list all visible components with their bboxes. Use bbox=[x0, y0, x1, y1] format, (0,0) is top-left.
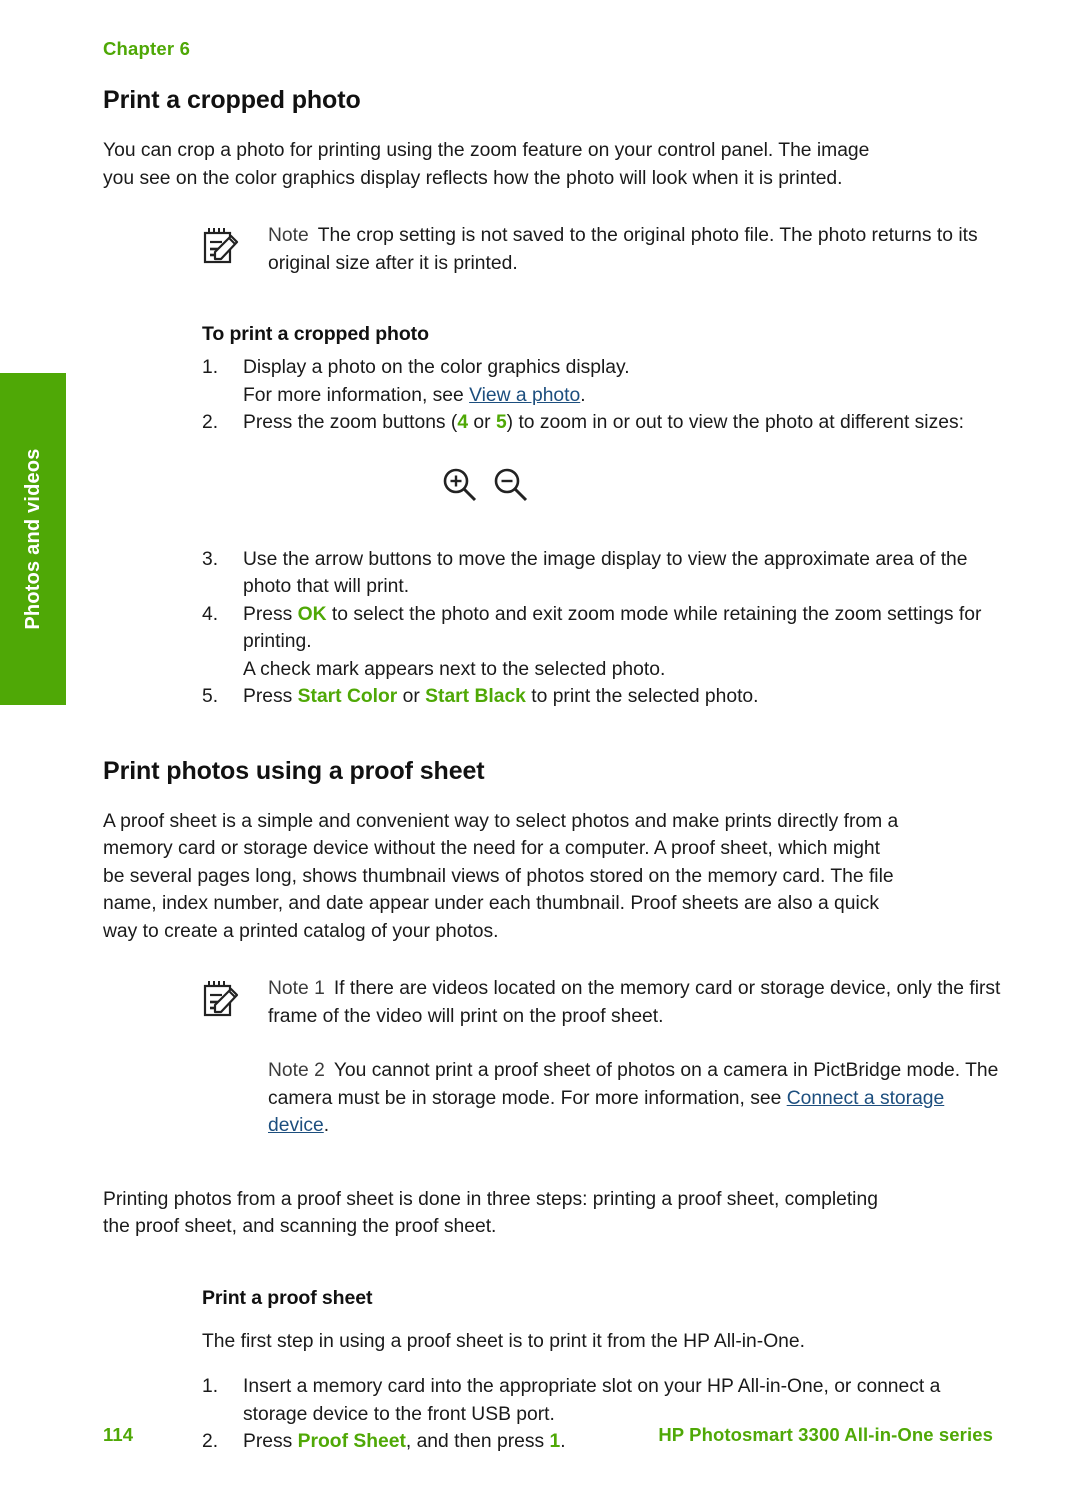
step-text: Insert a memory card into the appropriat… bbox=[243, 1376, 941, 1425]
key-label-ok: OK bbox=[297, 603, 327, 625]
step-marker: 5. bbox=[202, 686, 219, 707]
step-text: Display a photo on the color graphics di… bbox=[243, 357, 630, 378]
proof-sheet-steps-overview: Printing photos from a proof sheet is do… bbox=[103, 1188, 878, 1238]
key-label-start-black: Start Black bbox=[425, 686, 526, 707]
step-text-pre: Press the zoom buttons ( bbox=[243, 412, 458, 433]
note-text: The crop setting is not saved to the ori… bbox=[268, 225, 978, 274]
note-block-crop-setting: Note The crop setting is not saved to the… bbox=[202, 222, 1003, 277]
cropped-photo-steps-continued: 3. Use the arrow buttons to move the ima… bbox=[202, 546, 1003, 711]
section-title-cropped-photo: Print a cropped photo bbox=[103, 86, 361, 114]
zoom-buttons-illustration bbox=[440, 465, 1003, 510]
note-2: Note 2 You cannot print a proof sheet of … bbox=[268, 1057, 1003, 1140]
step-text-post: to select the photo and exit zoom mode w… bbox=[243, 603, 982, 653]
note-label: Note 2 bbox=[268, 1060, 325, 1081]
step-text: Use the arrow buttons to move the image … bbox=[243, 548, 968, 598]
note-text: If there are videos located on the memor… bbox=[268, 978, 1001, 1027]
zoom-out-icon bbox=[491, 465, 531, 510]
zoom-in-icon bbox=[440, 465, 480, 510]
note-label: Note bbox=[268, 225, 309, 246]
step-text-post: to print the selected photo. bbox=[525, 686, 759, 707]
step-marker: 2. bbox=[202, 412, 219, 433]
step-subtext-lead: For more information, see bbox=[243, 384, 470, 406]
key-label-4: 4 bbox=[457, 412, 469, 433]
step-subtext: For more information, see View a photo. bbox=[243, 382, 1003, 410]
step-marker: 3. bbox=[202, 548, 219, 570]
cropped-photo-steps: 1. Display a photo on the color graphics… bbox=[202, 354, 1003, 437]
side-tab-label: Photos and videos bbox=[21, 448, 44, 630]
chapter-label: Chapter 6 bbox=[103, 38, 191, 59]
note-body: Note 1 If there are videos located on the… bbox=[268, 975, 1003, 1140]
step-marker: 4. bbox=[202, 603, 219, 625]
cropped-photo-intro: You can crop a photo for printing using … bbox=[103, 140, 870, 189]
link-view-a-photo[interactable]: View a photo bbox=[469, 385, 580, 406]
step-subtext-tail: . bbox=[580, 384, 586, 406]
step-text-mid: or bbox=[397, 686, 426, 707]
note-block-proof-sheet: Note 1 If there are videos located on the… bbox=[202, 975, 1003, 1140]
note-pencil-icon bbox=[202, 222, 246, 277]
step-item: 1. Display a photo on the color graphics… bbox=[202, 354, 1003, 409]
footer-product-name: HP Photosmart 3300 All-in-One series bbox=[658, 1424, 993, 1445]
step-item: 3. Use the arrow buttons to move the ima… bbox=[202, 546, 1003, 601]
step-text-pre: Press bbox=[243, 603, 298, 625]
step-text-post: ) to zoom in or out to view the photo at… bbox=[506, 412, 964, 433]
page-footer: 114 HP Photosmart 3300 All-in-One series bbox=[103, 1424, 993, 1446]
section-title-proof-sheet: Print photos using a proof sheet bbox=[103, 756, 485, 785]
note-label: Note 1 bbox=[268, 978, 325, 999]
step-item: 2. Press the zoom buttons (4 or 5) to zo… bbox=[202, 409, 1003, 437]
step-item: 4. Press OK to select the photo and exit… bbox=[202, 601, 1003, 684]
step-item: 1. Insert a memory card into the appropr… bbox=[202, 1373, 1003, 1428]
note-text-tail: . bbox=[323, 1115, 330, 1136]
note-1: Note 1 If there are videos located on the… bbox=[268, 975, 1003, 1030]
step-text-pre: Press bbox=[243, 686, 298, 707]
page-content: Print a cropped photo You can crop a pho… bbox=[103, 86, 1003, 1456]
key-label-start-color: Start Color bbox=[297, 686, 398, 707]
step-marker: 1. bbox=[202, 357, 219, 378]
step-item: 5. Press Start Color or Start Black to p… bbox=[202, 683, 1003, 711]
note-pencil-icon bbox=[202, 975, 246, 1140]
proof-sheet-intro: A proof sheet is a simple and convenient… bbox=[103, 810, 899, 942]
procedure-heading-to-print-cropped-photo: To print a cropped photo bbox=[202, 323, 429, 345]
step-text-mid: or bbox=[468, 412, 496, 433]
document-page: Photos and videos Chapter 6 Print a crop… bbox=[0, 0, 1080, 1495]
side-tab-photos-and-videos: Photos and videos bbox=[0, 373, 66, 705]
note-body: Note The crop setting is not saved to the… bbox=[268, 222, 1003, 277]
key-label-5: 5 bbox=[495, 412, 507, 433]
print-proof-sheet-intro: The first step in using a proof sheet is… bbox=[202, 1330, 805, 1352]
sub-heading-print-a-proof-sheet: Print a proof sheet bbox=[202, 1286, 373, 1309]
step-marker: 1. bbox=[202, 1376, 219, 1397]
footer-page-number: 114 bbox=[103, 1424, 134, 1445]
step-subtext: A check mark appears next to the selecte… bbox=[243, 658, 666, 680]
